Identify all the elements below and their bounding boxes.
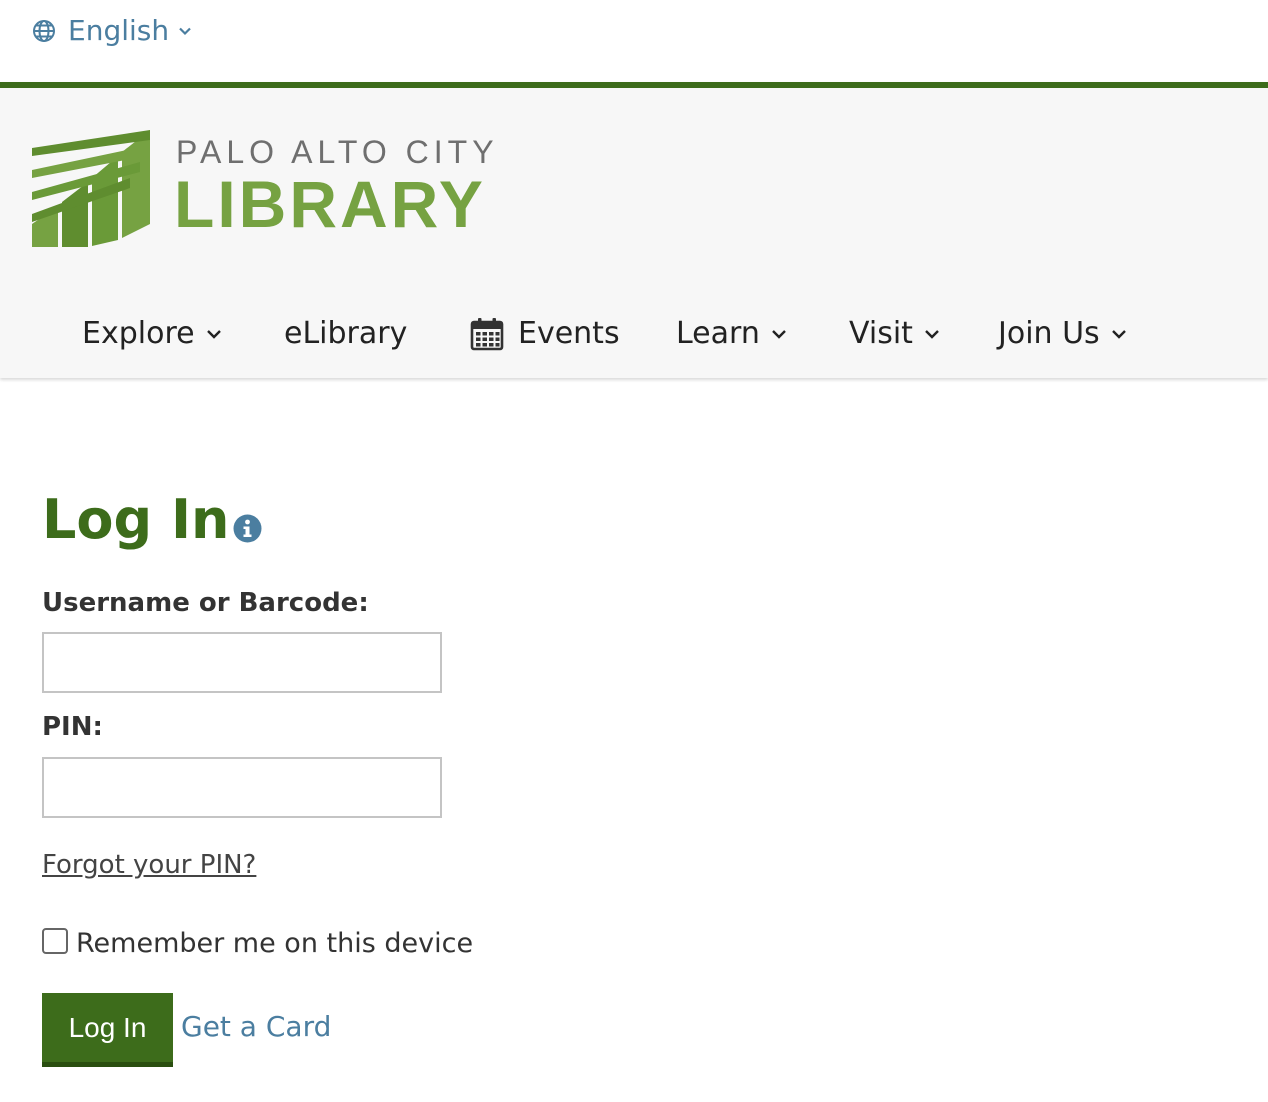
remember-me-label: Remember me on this device bbox=[76, 928, 474, 959]
language-label: English bbox=[68, 14, 170, 47]
get-a-card-link[interactable]: Get a Card bbox=[181, 1010, 331, 1043]
info-icon[interactable] bbox=[233, 514, 262, 543]
nav-item-label: Events bbox=[518, 316, 620, 351]
language-selector[interactable]: English bbox=[32, 14, 193, 48]
nav-item-elibrary[interactable]: eLibrary bbox=[284, 316, 407, 351]
language-bar: English bbox=[0, 0, 1268, 82]
library-logo[interactable]: PALO ALTO CITY LIBRARY bbox=[30, 126, 500, 250]
username-label: Username or Barcode: bbox=[42, 588, 369, 618]
username-input[interactable] bbox=[42, 632, 442, 693]
chevron-down-icon bbox=[1111, 329, 1126, 339]
nav-item-join-us[interactable]: Join Us bbox=[998, 316, 1128, 351]
chevron-down-icon bbox=[925, 329, 939, 339]
nav-item-label: Visit bbox=[849, 316, 913, 351]
site-header: PALO ALTO CITY LIBRARY Explore eLibrary … bbox=[0, 82, 1268, 378]
nav-item-visit[interactable]: Visit bbox=[849, 316, 941, 351]
page-title: Log In bbox=[42, 488, 230, 551]
logo-text-library: LIBRARY bbox=[174, 167, 486, 241]
nav-item-events[interactable]: Events bbox=[470, 316, 620, 351]
chevron-down-icon bbox=[206, 329, 221, 339]
nav-item-label: eLibrary bbox=[284, 316, 408, 351]
nav-item-explore[interactable]: Explore bbox=[82, 316, 223, 351]
nav-item-label: Join Us bbox=[998, 316, 1100, 351]
globe-icon bbox=[33, 20, 55, 42]
forgot-pin-link[interactable]: Forgot your PIN? bbox=[42, 850, 256, 880]
nav-item-label: Learn bbox=[676, 316, 760, 351]
chevron-down-icon bbox=[772, 329, 786, 339]
leaf-logo-icon bbox=[32, 130, 150, 247]
remember-me: Remember me on this device bbox=[42, 922, 473, 959]
pin-label: PIN: bbox=[42, 712, 103, 742]
nav-item-learn[interactable]: Learn bbox=[676, 316, 788, 351]
remember-me-checkbox[interactable] bbox=[42, 927, 68, 954]
chevron-down-icon bbox=[179, 27, 191, 36]
login-button[interactable]: Log In bbox=[42, 993, 173, 1067]
nav-item-label: Explore bbox=[82, 316, 195, 351]
calendar-icon bbox=[470, 317, 504, 350]
pin-input[interactable] bbox=[42, 757, 442, 818]
